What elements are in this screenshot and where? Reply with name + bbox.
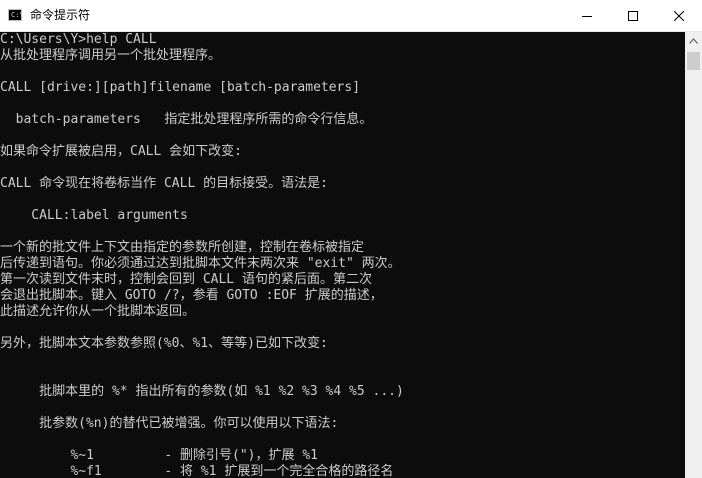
console-line: CALL [drive:][path]filename [batch-param… [0,80,361,95]
window-title: 命令提示符 [30,8,91,22]
maximize-button[interactable] [610,0,656,31]
title-bar[interactable]: C:\ 命令提示符 [0,0,702,32]
console-line: 另外，批脚本文本参数参照(%0、%1、等等)已如下改变: [0,336,328,351]
console-line: 从批处理程序调用另一个批处理程序。 [0,48,222,63]
close-icon [674,10,684,21]
scroll-up-button[interactable] [685,32,702,49]
console-line: 后传递到语句。你必须通过达到批脚本文件末两次来 "exit" 两次。 [0,256,401,271]
chevron-up-icon [689,37,698,44]
console-line: 一个新的批文件上下文由指定的参数所创建，控制在卷标被指定 [0,240,365,255]
minimize-icon [582,15,592,17]
vertical-scrollbar[interactable] [685,32,702,478]
console-line: C:\Users\Y>help CALL [0,32,157,47]
console-line: %~1 - 删除引号(")，扩展 %1 [0,448,318,463]
console-line: 批参数(%n)的替代已被增强。你可以使用以下语法: [0,416,339,431]
command-prompt-window: C:\ 命令提示符 C:\Users\Y>help CALL 从批处理程序调用另… [0,0,702,478]
scrollbar-thumb[interactable] [687,52,700,70]
console-line: 如果命令扩展被启用，CALL 会如下改变: [0,144,242,159]
console-line: 批脚本里的 %* 指出所有的参数(如 %1 %2 %3 %4 %5 ...) [0,384,404,399]
console-line: 会退出批脚本。键入 GOTO /?，参看 GOTO :EOF 扩展的描述， [0,288,383,303]
minimize-button[interactable] [564,0,610,31]
console-line: 此描述允许你从一个批脚本返回。 [0,304,196,319]
cmd-icon[interactable]: C:\ [8,9,24,21]
console-line: 第一次读到文件末时，控制会回到 CALL 语句的紧后面。第二次 [0,272,372,287]
console-line: batch-parameters 指定批处理程序所需的命令行信息。 [0,112,373,127]
close-button[interactable] [656,0,702,31]
console-line: CALL:label arguments [0,208,188,223]
maximize-icon [628,10,638,21]
cmd-icon-glyph: C:\ [11,11,24,19]
console-output[interactable]: C:\Users\Y>help CALL 从批处理程序调用另一个批处理程序。 C… [0,32,685,478]
console-line: CALL 命令现在将卷标当作 CALL 的目标接受。语法是: [0,176,328,191]
console-line: %~f1 - 将 %1 扩展到一个完全合格的路径名 [0,464,394,478]
